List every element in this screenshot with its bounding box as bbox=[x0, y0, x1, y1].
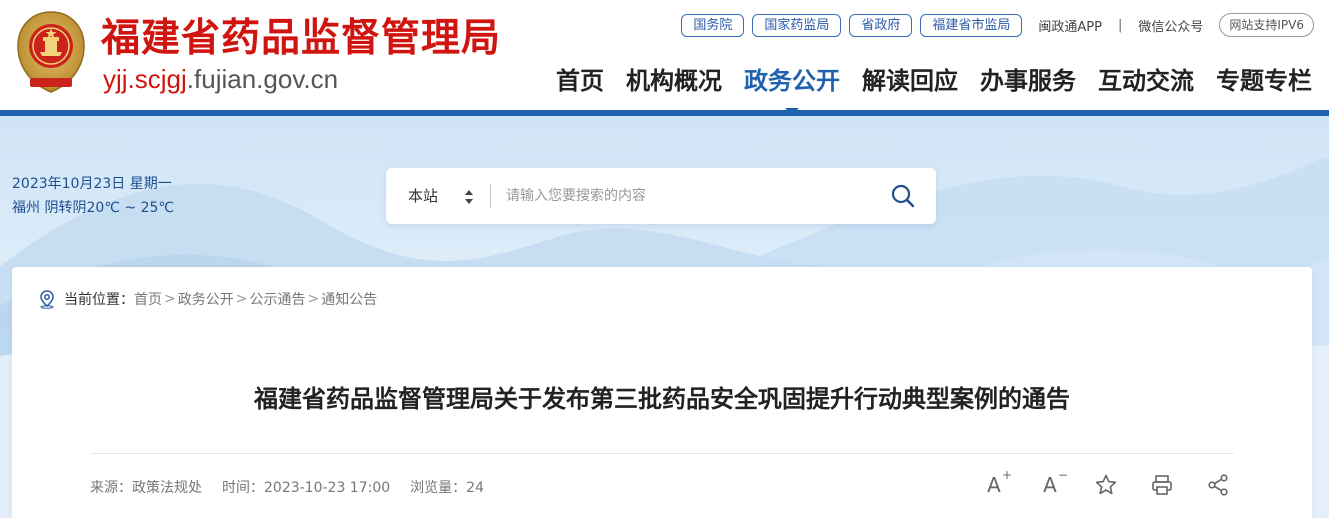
search-scope-select[interactable]: 本站 bbox=[408, 185, 438, 206]
article-time: 时间：2023-10-23 17:00 bbox=[222, 480, 391, 496]
font-decrease-icon[interactable]: A − bbox=[1038, 468, 1068, 497]
domain-suffix: .fujian.gov.cn bbox=[186, 64, 339, 94]
font-increase-letter: A bbox=[987, 473, 1001, 497]
font-increase-icon[interactable]: A + bbox=[982, 468, 1012, 497]
search-box: 本站 bbox=[386, 168, 936, 224]
article-tools: A + A − bbox=[982, 468, 1230, 497]
date-text: 2023年10月23日 星期一 bbox=[12, 176, 172, 192]
title-divider bbox=[90, 453, 1234, 454]
nav-gov-affairs[interactable]: 政务公开 bbox=[744, 64, 840, 115]
date-weather: 2023年10月23日 星期一 福州 阴转阴20℃ ~ 25℃ bbox=[12, 172, 174, 220]
article-source: 来源：政策法规处 bbox=[90, 480, 202, 496]
article-meta: 来源：政策法规处 时间：2023-10-23 17:00 浏览量：24 bbox=[90, 477, 484, 497]
nav-topics[interactable]: 专题专栏 bbox=[1216, 64, 1312, 98]
nav-interaction[interactable]: 互动交流 bbox=[1098, 64, 1194, 98]
breadcrumb-label: 当前位置： bbox=[64, 292, 134, 308]
location-pin-icon bbox=[40, 290, 54, 309]
link-nmpa[interactable]: 国家药监局 bbox=[752, 13, 842, 37]
font-decrease-letter: A bbox=[1043, 473, 1057, 497]
link-provincial-gov[interactable]: 省政府 bbox=[849, 13, 913, 37]
breadcrumb-notices[interactable]: 通知公告 bbox=[321, 289, 377, 309]
search-icon[interactable] bbox=[888, 181, 918, 211]
site-domain: yjj.scjgj.fujian.gov.cn bbox=[103, 64, 338, 94]
nav-about[interactable]: 机构概况 bbox=[626, 64, 722, 98]
site-title[interactable]: 福建省药品监督管理局 bbox=[101, 14, 501, 62]
breadcrumb-home[interactable]: 首页 bbox=[134, 289, 162, 309]
top-links-separator: | bbox=[1117, 17, 1123, 33]
top-links: 国务院 国家药监局 省政府 福建省市监局 闽政通APP | 微信公众号 网站支持… bbox=[681, 12, 1314, 38]
search-divider bbox=[490, 184, 491, 208]
link-state-council[interactable]: 国务院 bbox=[681, 13, 745, 37]
emblem-logo-icon[interactable] bbox=[12, 8, 90, 96]
nav-services[interactable]: 办事服务 bbox=[980, 64, 1076, 98]
share-icon[interactable] bbox=[1206, 473, 1230, 497]
article-views: 浏览量：24 bbox=[410, 480, 484, 496]
content-card: 当前位置： 首页 > 政务公开 > 公示通告 > 通知公告 福建省药品监督管理局… bbox=[12, 267, 1312, 518]
star-icon[interactable] bbox=[1094, 473, 1118, 497]
breadcrumb-separator: > bbox=[164, 291, 176, 307]
nav-gov-affairs-label: 政务公开 bbox=[744, 67, 840, 95]
nav-interpretation[interactable]: 解读回应 bbox=[862, 64, 958, 98]
link-market-supervision[interactable]: 福建省市监局 bbox=[920, 13, 1023, 37]
breadcrumb-separator: > bbox=[307, 291, 320, 307]
nav-home[interactable]: 首页 bbox=[556, 64, 604, 98]
print-icon[interactable] bbox=[1150, 473, 1174, 497]
ipv6-badge: 网站支持IPV6 bbox=[1219, 13, 1314, 37]
font-increase-sign: + bbox=[1001, 468, 1012, 482]
main-nav: 首页 机构概况 政务公开 解读回应 办事服务 互动交流 专题专栏 bbox=[556, 64, 1312, 115]
link-wechat[interactable]: 微信公众号 bbox=[1136, 16, 1205, 35]
sort-arrows-icon[interactable] bbox=[464, 188, 474, 206]
link-app[interactable]: 闽政通APP bbox=[1036, 16, 1104, 35]
site-header: 福建省药品监督管理局 yjj.scjgj.fujian.gov.cn 国务院 国… bbox=[0, 0, 1329, 115]
font-decrease-sign: − bbox=[1057, 468, 1068, 482]
breadcrumb: 当前位置： 首页 > 政务公开 > 公示通告 > 通知公告 bbox=[38, 289, 377, 309]
weather-text: 福州 阴转阴20℃ ~ 25℃ bbox=[12, 200, 175, 216]
domain-prefix: yjj.scjgj bbox=[103, 64, 187, 94]
article-title: 福建省药品监督管理局关于发布第三批药品安全巩固提升行动典型案例的通告 bbox=[254, 385, 1070, 413]
breadcrumb-announcements[interactable]: 公示通告 bbox=[249, 289, 305, 309]
breadcrumb-gov-affairs[interactable]: 政务公开 bbox=[178, 289, 234, 309]
breadcrumb-separator: > bbox=[235, 291, 248, 307]
search-input[interactable] bbox=[506, 182, 866, 210]
